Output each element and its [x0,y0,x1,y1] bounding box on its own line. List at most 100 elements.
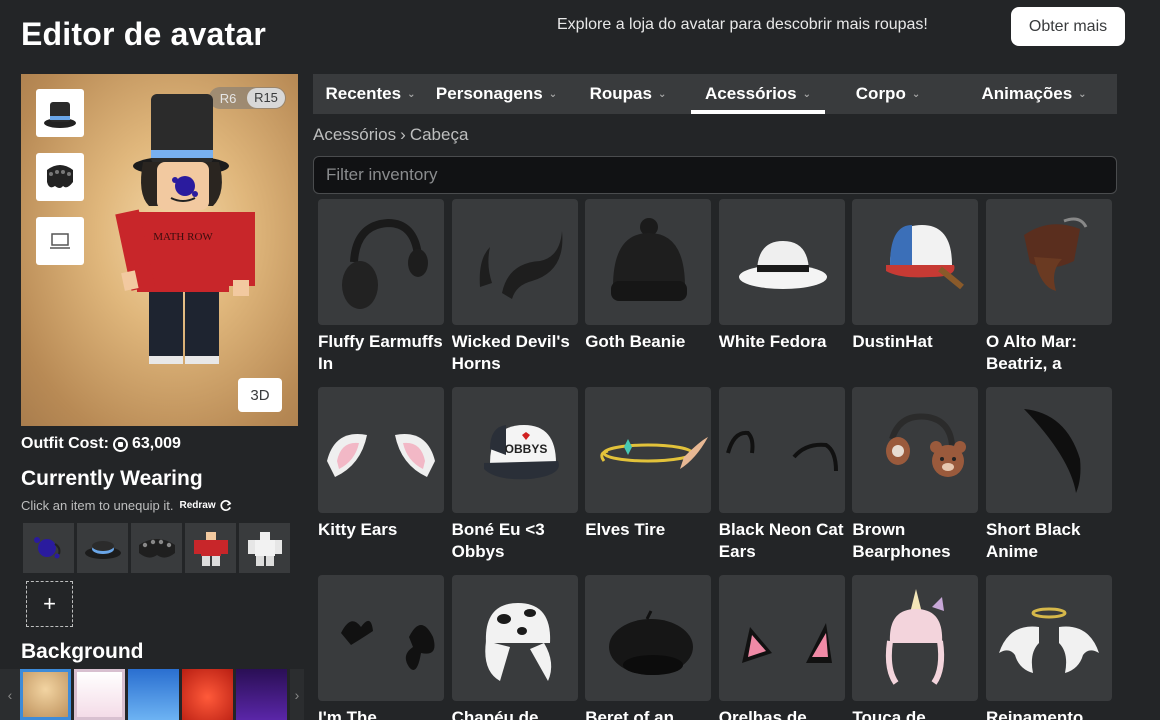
wearing-item-shirt[interactable] [185,523,236,573]
shirt-icon [50,233,70,249]
breadcrumb-current: Cabeça [409,125,469,144]
obtain-more-button[interactable]: Obter mais [1011,7,1125,46]
unequip-help-text: Click an item to unequip it. [21,498,174,513]
shirt-thumb[interactable] [36,217,84,265]
chevron-down-icon: ⌄ [407,88,416,100]
item-card[interactable]: Brown Bearphones [852,387,979,563]
background-swatch[interactable] [182,669,233,720]
avatar-preview[interactable]: R6 R15 MATH ROW 3D [21,74,298,426]
obby-cap-icon: OBBYS [483,425,559,480]
chain-hair-icon [138,539,175,558]
item-card[interactable]: Reinamento [985,575,1112,720]
item-card[interactable]: I'm The [318,575,444,720]
item-name: Touca de [852,708,926,720]
horns-icon [479,231,563,299]
item-card[interactable]: White Fedora [718,199,845,375]
item-thumbnail [718,575,845,701]
wearing-item-face[interactable] [23,523,74,573]
outfit-cost-label: Outfit Cost: [21,435,109,452]
item-thumbnail [318,199,444,325]
item-name: Elves Tire [585,520,666,539]
cow-hat-icon [484,603,551,681]
item-thumbnail [451,199,578,325]
tab-personagens[interactable]: Personagens ⌄ [428,74,565,114]
wearing-item-hat[interactable] [77,523,128,573]
item-card[interactable]: Beret of an [585,575,712,720]
add-outfit-button[interactable]: + [26,581,73,627]
background-prev-arrow[interactable]: ‹ [0,669,20,720]
angel-wings-icon [998,607,1099,673]
redraw-button[interactable]: Redraw [179,499,231,512]
tab-label: Corpo [855,84,906,103]
elf-tiara-icon [600,437,709,469]
wearing-item-hair[interactable] [131,523,182,573]
background-swatch[interactable] [74,669,125,720]
promo-text: Explore a loja do avatar para descobrir … [557,16,928,33]
item-card[interactable]: Black Neon Cat Ears [718,387,845,563]
item-thumbnail [985,199,1112,325]
pirate-hat-icon [1023,217,1088,291]
item-name: Kitty Ears [318,520,398,539]
item-name: DustinHat [852,332,933,351]
bearphones-icon [886,413,967,477]
tab-animacoes[interactable]: Animações ⌄ [951,74,1117,114]
item-card[interactable]: Orelhas de [718,575,845,720]
item-name: Goth Beanie [585,332,686,351]
view-3d-button[interactable]: 3D [238,378,282,412]
outfit-cost-value: 63,009 [131,435,181,452]
tab-label: Roupas [589,84,652,103]
inventory-search-input[interactable] [313,156,1117,194]
page-title: Editor de avatar [21,16,267,52]
background-swatch[interactable] [20,669,71,720]
item-card[interactable]: Goth Beanie [585,199,712,375]
chain-hair-icon [47,165,73,188]
item-name: Boné Eu <3 Obbys [451,520,545,561]
item-thumbnail [318,575,444,701]
tab-roupas[interactable]: Roupas ⌄ [565,74,691,114]
item-card[interactable]: Short Black Anime [985,387,1112,563]
tab-recentes[interactable]: Recentes ⌄ [313,74,428,114]
chevron-down-icon: ⌄ [548,88,558,100]
item-card[interactable]: DustinHat [852,199,979,375]
background-swatch[interactable] [236,669,287,720]
tab-corpo[interactable]: Corpo ⌄ [825,74,951,114]
item-card[interactable]: Kitty Ears [318,387,444,563]
background-picker: ‹ › [0,669,312,720]
top-hat-icon [44,102,76,128]
item-thumbnail [852,387,979,513]
item-thumbnail [718,387,845,513]
earmuffs-icon [342,218,428,309]
refresh-icon [220,500,231,511]
item-thumbnail [451,575,578,701]
chain-hair-thumb[interactable] [36,153,84,201]
tab-label: Animações [981,84,1073,103]
item-card[interactable]: Chapéu de [451,575,578,720]
category-tabs: Recentes ⌄ Personagens ⌄ Roupas ⌄ Acessório… [313,74,1117,114]
svg-text:MATH ROW: MATH ROW [153,231,213,243]
kitty-ears-icon [327,434,435,477]
item-thumbnail [585,387,712,513]
item-card[interactable]: Fluffy Earmuffs In [318,199,444,375]
breadcrumb-parent[interactable]: Acessórios [313,125,396,145]
item-name: Black Neon Cat Ears [718,520,844,561]
tab-acessorios[interactable]: Acessórios ⌄ [691,74,825,114]
item-name: Short Black Anime [985,520,1081,561]
item-name: Chapéu de [451,708,539,720]
item-name: Reinamento [985,708,1084,720]
item-thumbnail [985,387,1112,513]
item-card[interactable]: Touca de [852,575,979,720]
currently-wearing-list [23,523,290,573]
item-card[interactable]: Elves Tire [585,387,712,563]
item-card[interactable]: O Alto Mar: Beatriz, a [985,199,1112,375]
svg-text:OBBYS: OBBYS [504,442,547,456]
item-card[interactable]: OBBYS Boné Eu <3 Obbys [451,387,578,563]
top-hat-thumb[interactable] [36,89,84,137]
item-thumbnail [318,387,444,513]
item-card[interactable]: Wicked Devil's Horns [451,199,578,375]
beret-icon [609,610,694,675]
item-thumbnail [585,199,712,325]
background-next-arrow[interactable]: › [290,669,304,720]
wearing-item-body[interactable] [239,523,290,573]
outfit-cost: Outfit Cost: 63,009 [21,435,181,453]
background-swatch[interactable] [128,669,179,720]
